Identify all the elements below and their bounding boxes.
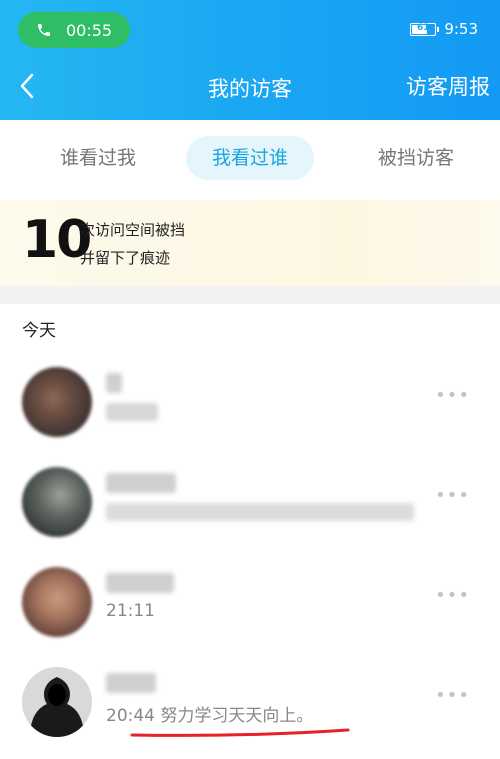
red-underline-mark bbox=[130, 728, 350, 737]
list-item[interactable]: ••• bbox=[0, 355, 500, 453]
app-header: 00:55 61 9:53 我的访客 访客周报 bbox=[0, 0, 500, 120]
more-icon[interactable]: ••• bbox=[435, 585, 470, 606]
blurred-name bbox=[106, 373, 122, 393]
call-duration: 00:55 bbox=[66, 20, 113, 40]
more-icon[interactable]: ••• bbox=[435, 685, 470, 706]
battery-level: 61 bbox=[417, 22, 430, 33]
more-icon[interactable]: ••• bbox=[435, 485, 470, 506]
status-right: 61 9:53 bbox=[410, 20, 478, 38]
avatar[interactable] bbox=[22, 367, 92, 437]
blurred-text bbox=[106, 503, 414, 521]
list-item[interactable]: ••• bbox=[0, 455, 500, 553]
blurred-name bbox=[106, 473, 176, 493]
banner-line-2: 并留下了痕迹 bbox=[80, 249, 171, 267]
blurred-name bbox=[106, 573, 174, 593]
list-item[interactable]: 21:11 ••• bbox=[0, 555, 500, 653]
nav-bar: 我的访客 访客周报 bbox=[0, 60, 500, 115]
visitor-tabs: 谁看过我 我看过谁 被挡访客 bbox=[0, 120, 500, 200]
tab-blocked-visitors[interactable]: 被挡访客 bbox=[346, 136, 486, 180]
weekly-report-button[interactable]: 访客周报 bbox=[406, 71, 490, 101]
ongoing-call-pill[interactable]: 00:55 bbox=[18, 12, 130, 48]
hooded-figure-image bbox=[22, 667, 92, 737]
section-divider bbox=[0, 286, 500, 304]
avatar[interactable] bbox=[22, 667, 92, 737]
visit-time: 21:11 bbox=[106, 601, 155, 621]
blurred-name bbox=[106, 673, 156, 693]
tab-who-viewed-me[interactable]: 谁看过我 bbox=[28, 136, 168, 180]
more-icon[interactable]: ••• bbox=[435, 385, 470, 406]
tab-who-i-viewed[interactable]: 我看过谁 bbox=[186, 136, 314, 180]
blurred-text bbox=[106, 403, 158, 421]
clock: 9:53 bbox=[444, 20, 478, 38]
phone-icon bbox=[38, 24, 50, 36]
blocked-visits-banner[interactable]: 10 次访问空间被挡 并留下了痕迹 bbox=[0, 200, 500, 286]
banner-line-1: 次访问空间被挡 bbox=[80, 221, 186, 239]
avatar[interactable] bbox=[22, 467, 92, 537]
status-bar: 00:55 61 9:53 bbox=[0, 0, 500, 60]
visit-time-and-status: 20:44 努力学习天天向上。 bbox=[106, 706, 314, 726]
section-today: 今天 bbox=[22, 321, 56, 341]
avatar[interactable] bbox=[22, 567, 92, 637]
battery-icon: 61 bbox=[410, 22, 440, 36]
